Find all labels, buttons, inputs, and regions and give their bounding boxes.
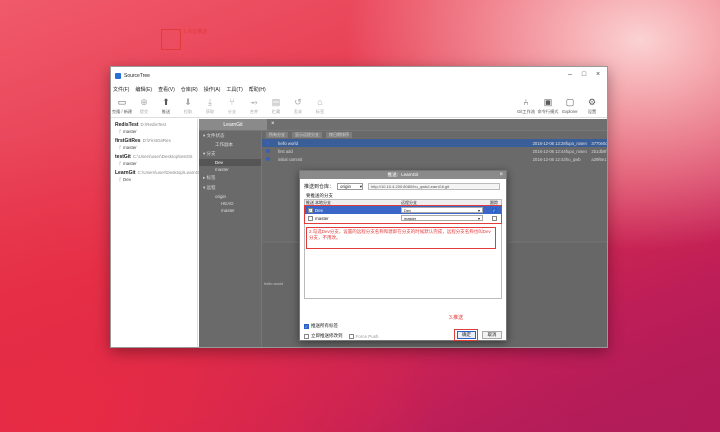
stash-button[interactable]: ▤ 贮藏	[265, 94, 287, 116]
pull-button[interactable]: ⬇ 拉取	[177, 94, 199, 116]
push-all-tags-checkbox[interactable]: ✓	[304, 323, 309, 329]
repo-item[interactable]: RedisTest D:\RedisTest ᚴ master	[111, 119, 197, 135]
repo-path: D:\RedisTest	[140, 122, 167, 127]
commit-icon: ⊕	[140, 97, 148, 107]
commit-button[interactable]: ⊕ 提交	[133, 94, 155, 116]
toolbar: ▭ 克隆 / 新建 ⊕ 提交 ⬆ 推送 ⬇ 拉取 ⤓ 获取 ⑂ 分支 ⥇ 合并 ▤ 贮藏 ↺ 丢弃…	[111, 94, 607, 118]
immediate-push-checkbox[interactable]	[304, 333, 309, 339]
cancel-button[interactable]: 取消	[482, 331, 502, 339]
dialog-title-bar: 推送：LearnGit ×	[300, 171, 506, 179]
nav-remote-master[interactable]: master	[199, 207, 261, 214]
push-dialog: 推送：LearnGit × 推送到仓库： origin ▾ http://10.…	[299, 170, 507, 341]
close-icon[interactable]: ×	[591, 69, 605, 79]
stash-icon: ▤	[271, 97, 281, 107]
push-to-row: 推送到仓库： origin ▾	[304, 183, 364, 190]
toolbar-right: ⑃ Git工作流 ▣ 命令行模式 ▢ Explorer ⚙ 设置	[515, 94, 603, 116]
menu-edit[interactable]: 编辑(E)	[135, 86, 152, 93]
push-all-tags-option[interactable]: ✓ 推送所有标签	[304, 323, 338, 329]
force-push-checkbox[interactable]	[348, 333, 354, 339]
tab-close-icon[interactable]: ×	[271, 121, 275, 127]
title-bar: SourceTree – □ ×	[111, 67, 607, 85]
terminal-button[interactable]: ▣ 命令行模式	[537, 94, 559, 116]
nav-branch-dev[interactable]: Dev	[199, 159, 261, 166]
repo-branch: master	[122, 145, 137, 150]
force-push-option[interactable]: Force Push	[348, 333, 379, 339]
clone-button[interactable]: ▭ 克隆 / 新建	[111, 94, 133, 116]
push-button[interactable]: ⬆ 推送	[155, 94, 177, 116]
nav-remotes[interactable]: ▾ 远程	[199, 183, 261, 193]
window-title: SourceTree	[124, 73, 150, 79]
nav-tags[interactable]: ▸ 标签	[199, 173, 261, 183]
tag-button[interactable]: ⌂ 标签	[309, 94, 331, 116]
nav-branch-master[interactable]: master	[199, 166, 261, 173]
repo-item[interactable]: LearnGit C:\Users\user\Desktop\LearnGit ᚴ…	[111, 167, 201, 183]
gitflow-button[interactable]: ⑃ Git工作流	[515, 94, 537, 116]
menu-tools[interactable]: 工具(T)	[226, 86, 242, 93]
repo-branch: master	[122, 161, 137, 166]
dialog-title: 推送：LearnGit	[387, 172, 419, 177]
repo-sidebar: RedisTest D:\RedisTest ᚴ master firstGitR…	[111, 119, 201, 347]
repo-branch: master	[122, 129, 137, 134]
repo-item[interactable]: testGit C:\Users\user\Desktop\testGit ᚴ m…	[111, 151, 197, 167]
immediate-push-option[interactable]: 立即推送修改到	[304, 333, 343, 339]
merge-button[interactable]: ⥇ 合并	[243, 94, 265, 116]
branch-icon: ⑂	[229, 97, 235, 107]
remote-select[interactable]: origin ▾	[337, 183, 364, 190]
annotation-push: 3.推送	[449, 315, 464, 321]
sourcetree-logo-icon	[115, 73, 121, 79]
repo-name: firstGitRes	[115, 138, 141, 144]
explorer-icon: ▢	[565, 97, 575, 107]
ok-button[interactable]: 确定	[457, 331, 476, 339]
dialog-close-icon[interactable]: ×	[499, 171, 503, 179]
explorer-button[interactable]: ▢ Explorer	[559, 94, 581, 116]
push-icon: ⬆	[162, 97, 170, 107]
settings-icon: ⚙	[587, 97, 597, 107]
repo-tab-bar: LearnGit ×	[199, 119, 607, 130]
menu-view[interactable]: 查看(V)	[158, 86, 175, 93]
menu-repository[interactable]: 仓库(R)	[181, 86, 198, 93]
repo-nav: ▾ 文件状态 工作副本 ▾ 分支 Dev master ▸ 标签 ▾ 远程 or…	[199, 131, 261, 347]
nav-remote-head[interactable]: HEAD	[199, 200, 261, 207]
remote-url-field: http://10.10.4.200:8080/hu_qwb/LearnGit.…	[368, 183, 500, 190]
menu-bar: 文件(F) 编辑(E) 查看(V) 仓库(R) 操作(A) 工具(T) 帮助(H…	[111, 85, 607, 93]
repo-tab[interactable]: LearnGit	[199, 119, 267, 130]
nav-file-status[interactable]: ▾ 文件状态	[199, 131, 261, 141]
branch-rows-highlight-box	[304, 205, 502, 224]
fetch-button[interactable]: ⤓ 获取	[199, 94, 221, 116]
menu-actions[interactable]: 操作(A)	[204, 86, 221, 93]
repo-name: RedisTest	[115, 122, 139, 128]
push-highlight-box	[161, 29, 181, 50]
window-controls: – □ ×	[563, 69, 605, 79]
clone-icon: ▭	[117, 97, 127, 107]
gitflow-icon: ⑃	[523, 97, 529, 107]
repo-branch: Dev	[122, 177, 131, 182]
discard-button[interactable]: ↺ 丢弃	[287, 94, 309, 116]
repo-name: LearnGit	[115, 170, 136, 176]
menu-file[interactable]: 文件(F)	[113, 86, 129, 93]
minimize-icon[interactable]: –	[563, 69, 577, 79]
nav-branches[interactable]: ▾ 分支	[199, 149, 261, 159]
discard-icon: ↺	[294, 97, 302, 107]
nav-remote-origin[interactable]: origin	[199, 193, 261, 200]
repo-path: C:\Users\user\Desktop\LearnGit	[137, 170, 202, 175]
menu-help[interactable]: 帮助(H)	[249, 86, 266, 93]
pull-icon: ⬇	[184, 97, 192, 107]
annotation-click-push: 1.点击推送	[183, 29, 208, 35]
repo-path: C:\Users\user\Desktop\testGit	[132, 154, 193, 159]
repo-name: testGit	[115, 154, 131, 160]
maximize-icon[interactable]: □	[577, 69, 591, 79]
terminal-icon: ▣	[543, 97, 553, 107]
settings-button[interactable]: ⚙ 设置	[581, 94, 603, 116]
merge-icon: ⥇	[250, 97, 258, 107]
tag-icon: ⌂	[317, 97, 323, 107]
chevron-down-icon: ▾	[359, 183, 363, 189]
push-to-label: 推送到仓库：	[304, 184, 335, 190]
annotation-note: 2.勾选Dev分支，设置的远程分支名称和建即在分支的时候默认完成，远程分支名称也…	[306, 227, 496, 249]
repo-path: D:\FirstGitRes	[142, 138, 171, 143]
nav-working-copy[interactable]: 工作副本	[199, 141, 261, 149]
repo-item[interactable]: firstGitRes D:\FirstGitRes ᚴ master	[111, 135, 197, 151]
branch-button[interactable]: ⑂ 分支	[221, 94, 243, 116]
fetch-icon: ⤓	[208, 97, 212, 107]
bottom-options: 立即推送修改到 Force Push	[304, 333, 379, 339]
